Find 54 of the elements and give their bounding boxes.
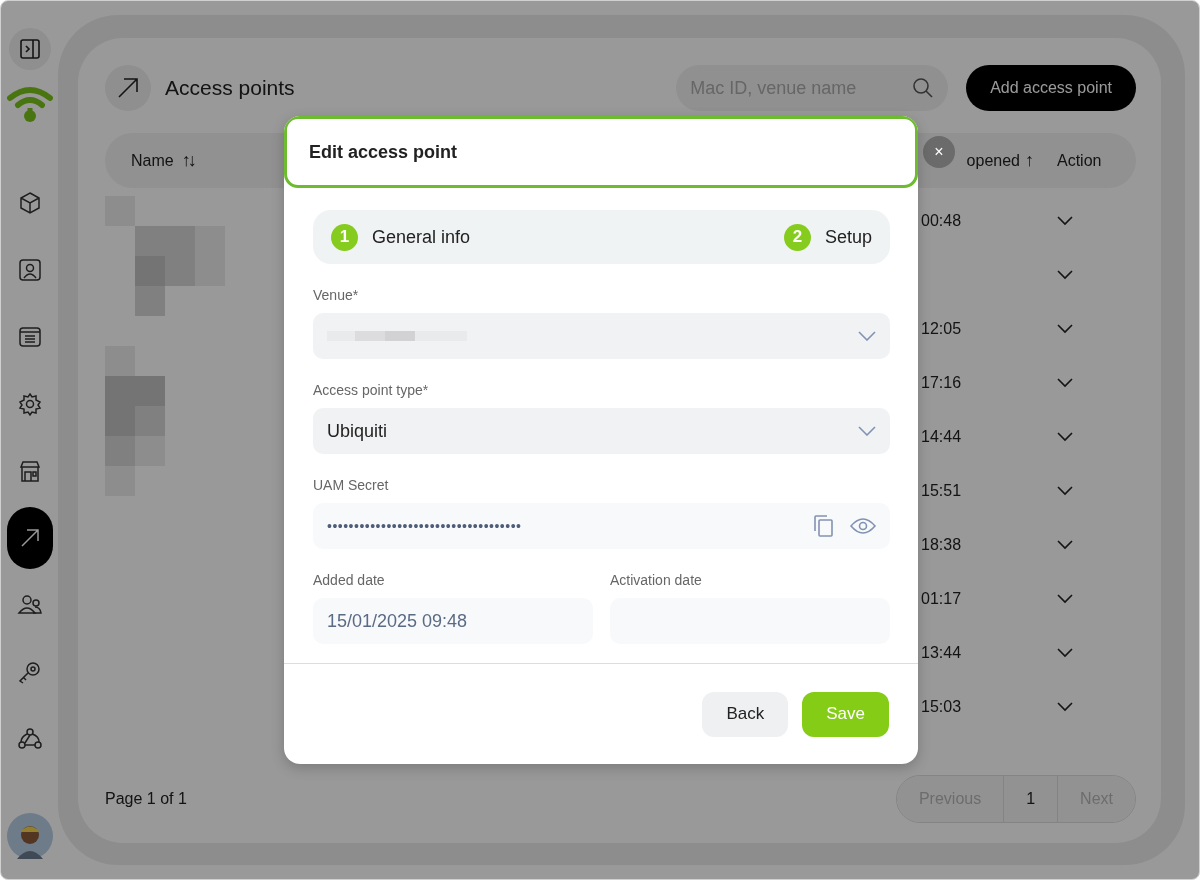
- page-info: Page 1 of 1: [105, 790, 187, 808]
- field-label: Activation date: [610, 572, 703, 588]
- back-button[interactable]: Back: [702, 691, 789, 737]
- avatar[interactable]: [6, 813, 53, 859]
- table-cell: 15:03: [921, 698, 962, 715]
- search-icon: [912, 77, 935, 99]
- field-label: Access point type*: [313, 382, 430, 398]
- field-label: Venue*: [313, 287, 360, 303]
- wifi-logo-icon: [6, 84, 53, 124]
- table-cell: 12:05: [921, 320, 962, 337]
- select-value: Ubiquiti: [327, 420, 388, 442]
- add-access-point-button[interactable]: Add access point: [966, 65, 1136, 111]
- page-title: Access points: [165, 76, 295, 100]
- select-field[interactable]: [313, 313, 890, 359]
- table-cell: 14:44: [921, 428, 962, 445]
- step-number: 1: [331, 223, 358, 251]
- step-number: 2: [783, 223, 811, 251]
- chevron-down-icon[interactable]: [1057, 648, 1073, 658]
- chevron-down-icon[interactable]: [1057, 324, 1073, 334]
- select-field[interactable]: Ubiquiti: [313, 408, 890, 454]
- secret-field[interactable]: ••••••••••••••••••••••••••••••••••••: [313, 503, 890, 549]
- table-cell: 00:48: [921, 212, 962, 229]
- chevron-down-icon[interactable]: [1057, 702, 1073, 712]
- step-label: Setup: [824, 226, 872, 248]
- field-label: Added date: [313, 572, 386, 588]
- sidebar-toggle-button[interactable]: [8, 28, 51, 70]
- chevron-down-icon: [858, 426, 876, 436]
- field-label: UAM Secret: [313, 477, 390, 493]
- chevron-down-icon[interactable]: [1057, 432, 1073, 442]
- secret-value: ••••••••••••••••••••••••••••••••••••: [327, 518, 522, 534]
- sort-icon[interactable]: ↑: [1025, 150, 1031, 171]
- sidebar-panel-icon: [18, 38, 41, 60]
- table-cell: 17:16: [921, 374, 962, 391]
- pagination-button[interactable]: 1: [1003, 776, 1058, 822]
- chevron-down-icon[interactable]: [1057, 216, 1073, 226]
- chevron-down-icon[interactable]: [1057, 270, 1073, 280]
- date-field[interactable]: 15/01/2025 09:48: [313, 598, 593, 644]
- table-cell: 15:51: [921, 482, 962, 499]
- table-cell: 13:44: [921, 644, 962, 661]
- arrow-nav-icon[interactable]: [6, 507, 53, 569]
- chevron-down-icon[interactable]: [1057, 594, 1073, 604]
- table-cell: 18:38: [921, 536, 962, 553]
- chevron-down-icon: [858, 331, 876, 341]
- dialog-title: Edit access point: [309, 141, 458, 163]
- step-label: General info: [372, 226, 471, 248]
- sort-icon[interactable]: ↑↓: [181, 150, 194, 171]
- column-header[interactable]: Name: [131, 151, 174, 170]
- eye-icon[interactable]: [850, 517, 876, 535]
- chevron-down-icon[interactable]: [1057, 378, 1073, 388]
- chevron-down-icon[interactable]: [1057, 540, 1073, 550]
- chevron-down-icon[interactable]: [1057, 486, 1073, 496]
- table-cell: 01:17: [921, 590, 962, 607]
- column-header[interactable]: opened: [966, 151, 1020, 170]
- column-header[interactable]: Action: [1057, 151, 1102, 170]
